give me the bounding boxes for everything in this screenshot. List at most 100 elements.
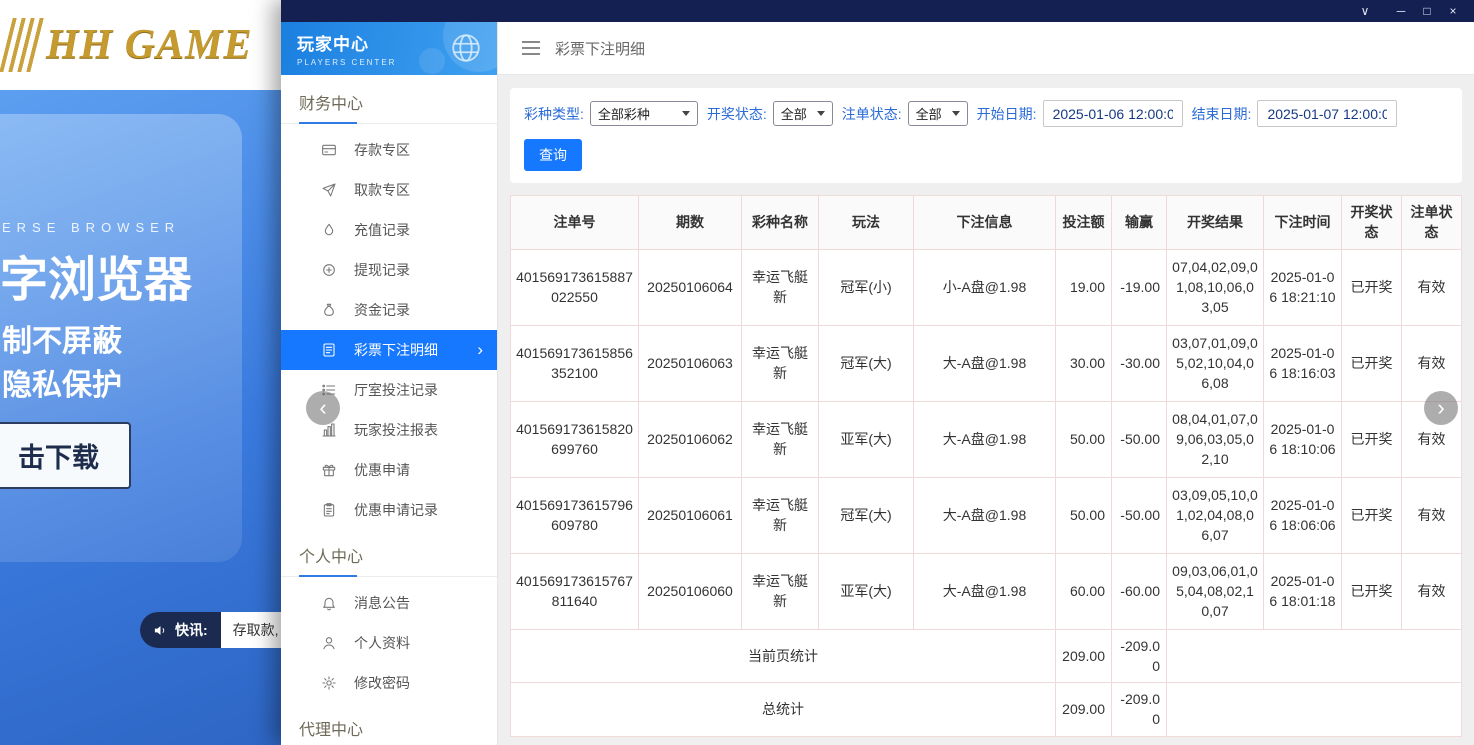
chevron-left-icon: ‹ (319, 395, 326, 421)
deposit-icon (321, 142, 337, 158)
ticker-label-text: 快讯: (175, 620, 208, 640)
cell-bet-status: 有效 (1402, 325, 1462, 401)
chevron-down-icon (682, 111, 690, 116)
withdrawal-records-icon (321, 262, 337, 278)
cell-winloss: -19.00 (1112, 249, 1167, 325)
carousel-next-button[interactable]: › (1424, 391, 1458, 425)
logo-bars-icon (0, 18, 47, 72)
minimize-icon[interactable]: ─ (1388, 0, 1414, 22)
sidebar-item-label: 个人资料 (354, 633, 410, 653)
cell-lottery-name: 幸运飞艇新 (742, 553, 819, 629)
sidebar-item-withdrawal-records[interactable]: 提现记录 (281, 250, 497, 290)
sidebar-item-label: 消息公告 (354, 593, 410, 613)
col-bet-info: 下注信息 (914, 196, 1056, 250)
cell-play-type: 亚军(大) (819, 553, 914, 629)
summary-row-total: 总统计 209.00 -209.00 (511, 683, 1462, 737)
sidebar-item-label: 提现记录 (354, 260, 410, 280)
cell-bet-amount: 19.00 (1056, 249, 1112, 325)
section-divider (281, 123, 497, 124)
filter-label-draw-status: 开奖状态: (707, 104, 767, 124)
banner-title: 字浏览器 (0, 240, 192, 310)
download-button[interactable]: 击下载 (0, 422, 131, 489)
cell-bet-info: 大-A盘@1.98 (914, 401, 1056, 477)
draw-status-select[interactable]: 全部 (773, 101, 833, 126)
ticker-text: 存取款, (221, 612, 281, 648)
sidebar-item-withdraw[interactable]: 取款专区 (281, 170, 497, 210)
cell-draw-result: 09,03,06,01,05,04,08,02,10,07 (1167, 553, 1264, 629)
select-value: 全部 (781, 104, 807, 123)
end-date-input[interactable] (1257, 100, 1397, 127)
logo-text: HH GAME (46, 21, 253, 69)
table-row: 401569173615856352100 20250106063 幸运飞艇新 … (511, 325, 1462, 401)
summary-winloss-total: -209.00 (1112, 629, 1167, 683)
chevron-down-icon[interactable]: ∨ (1352, 0, 1378, 22)
table-row: 401569173615767811640 20250106060 幸运飞艇新 … (511, 553, 1462, 629)
carousel-prev-button[interactable]: ‹ (306, 391, 340, 425)
cell-draw-status: 已开奖 (1342, 325, 1402, 401)
sidebar-item-label: 优惠申请 (354, 460, 410, 480)
cell-draw-result: 08,04,01,07,09,06,03,05,02,10 (1167, 401, 1264, 477)
banner-line-2: 隐私保护 (2, 360, 122, 404)
sidebar-item-change-password[interactable]: 修改密码 (281, 663, 497, 703)
password-icon (321, 675, 337, 691)
window-titlebar: ∨ ─ □ × (281, 0, 1474, 22)
background-page: HH GAME ERSE BROWSER 字浏览器 制不屏蔽 隐私保护 击下载 … (0, 0, 281, 745)
col-bet-time: 下注时间 (1264, 196, 1342, 250)
speaker-icon (153, 623, 168, 638)
summary-winloss-total: -209.00 (1112, 683, 1167, 737)
col-draw-status: 开奖状态 (1342, 196, 1402, 250)
sidebar-item-profile[interactable]: 个人资料 (281, 623, 497, 663)
cell-bet-status: 有效 (1402, 553, 1462, 629)
col-lottery-name: 彩种名称 (742, 196, 819, 250)
cell-bet-status: 有效 (1402, 249, 1462, 325)
cell-play-type: 冠军(大) (819, 325, 914, 401)
promo-apply-icon (321, 462, 337, 478)
cell-bet-info: 大-A盘@1.98 (914, 553, 1056, 629)
bet-status-select[interactable]: 全部 (908, 101, 968, 126)
filter-label-lottery-type: 彩种类型: (524, 104, 584, 124)
sidebar-item-messages[interactable]: 消息公告 (281, 583, 497, 623)
table-row: 401569173615796609780 20250106061 幸运飞艇新 … (511, 477, 1462, 553)
sidebar-item-promo-apply-records[interactable]: 优惠申请记录 (281, 490, 497, 530)
sidebar-item-label: 玩家投注报表 (354, 420, 438, 440)
hamburger-icon[interactable] (522, 47, 540, 49)
chevron-right-icon: › (1437, 395, 1444, 421)
cell-draw-status: 已开奖 (1342, 249, 1402, 325)
filter-label-bet-status: 注单状态: (842, 104, 902, 124)
query-button[interactable]: 查询 (524, 139, 582, 171)
cell-winloss: -50.00 (1112, 401, 1167, 477)
cell-play-type: 冠军(小) (819, 249, 914, 325)
cell-draw-result: 07,04,02,09,01,08,10,06,03,05 (1167, 249, 1264, 325)
sidebar-item-label: 存款专区 (354, 140, 410, 160)
select-value: 全部 (916, 104, 942, 123)
maximize-icon[interactable]: □ (1414, 0, 1440, 22)
col-draw-result: 开奖结果 (1167, 196, 1264, 250)
cell-draw-result: 03,09,05,10,01,02,04,08,06,07 (1167, 477, 1264, 553)
lottery-bet-details-icon (321, 342, 337, 358)
cell-bet-info: 小-A盘@1.98 (914, 249, 1056, 325)
sidebar-item-lottery-bet-details[interactable]: 彩票下注明细 › (281, 330, 497, 370)
bets-table-card: 注单号 期数 彩种名称 玩法 下注信息 投注额 输赢 开奖结果 下注时间 开奖状… (510, 195, 1462, 737)
summary-bet-total: 209.00 (1056, 683, 1112, 737)
sidebar-section-agent: 代理中心 (281, 705, 497, 745)
promo-apply-records-icon (321, 502, 337, 518)
ticker-label: 快讯: (140, 612, 221, 648)
sidebar-item-label: 优惠申请记录 (354, 500, 438, 520)
sidebar-item-deposit[interactable]: 存款专区 (281, 130, 497, 170)
lottery-type-select[interactable]: 全部彩种 (590, 101, 698, 126)
col-bet-status: 注单状态 (1402, 196, 1462, 250)
table-row: 401569173615887022550 20250106064 幸运飞艇新 … (511, 249, 1462, 325)
site-logo: HH GAME (0, 0, 281, 90)
sidebar-item-label: 资金记录 (354, 300, 410, 320)
promo-banner: ERSE BROWSER 字浏览器 制不屏蔽 隐私保护 击下载 快讯: 存取款, (0, 90, 281, 745)
cell-bet-amount: 30.00 (1056, 325, 1112, 401)
cell-bet-time: 2025-01-06 18:06:06 (1264, 477, 1342, 553)
sidebar-item-recharge-records[interactable]: 充值记录 (281, 210, 497, 250)
cell-bet-time: 2025-01-06 18:21:10 (1264, 249, 1342, 325)
start-date-input[interactable] (1043, 100, 1183, 127)
col-period: 期数 (639, 196, 742, 250)
close-icon[interactable]: × (1440, 0, 1466, 22)
cell-bet-number: 401569173615856352100 (511, 325, 639, 401)
sidebar-item-promo-apply[interactable]: 优惠申请 (281, 450, 497, 490)
sidebar-item-funds-records[interactable]: 资金记录 (281, 290, 497, 330)
